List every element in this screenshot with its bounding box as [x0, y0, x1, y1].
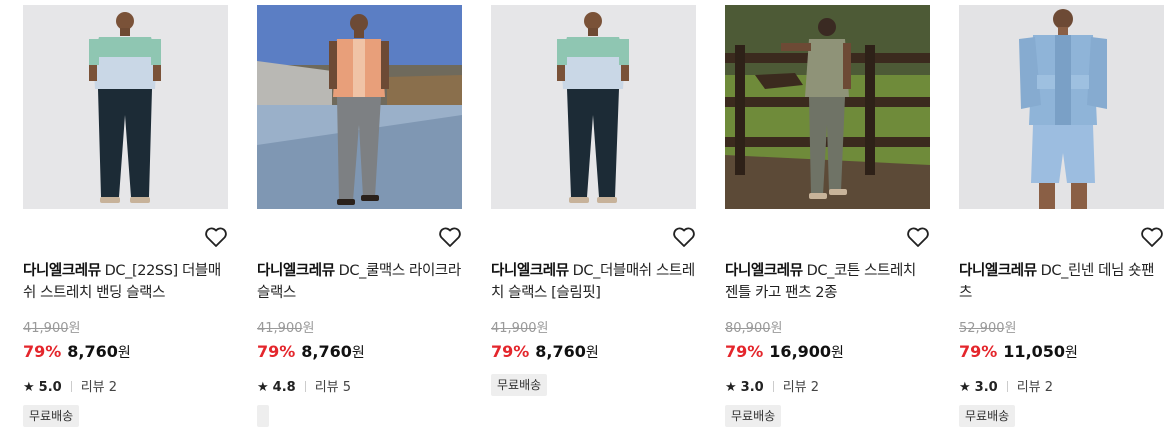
product-image[interactable] — [23, 5, 228, 209]
discount-rate: 79% — [23, 342, 62, 361]
product-brand: 다니엘크레뮤 — [257, 263, 335, 279]
product-title[interactable]: 다니엘크레뮤 DC_코튼 스트레치 젠틀 카고 팬츠 2종 — [725, 260, 930, 304]
divider — [772, 381, 774, 392]
product-grid: 다니엘크레뮤 DC_[22SS] 더블매쉬 스트레치 밴딩 슬랙스 41,900원… — [0, 0, 1170, 444]
review-count: 리뷰 2 — [1016, 380, 1054, 395]
sale-price: 8,760 — [535, 342, 586, 361]
discount-rate: 79% — [725, 342, 764, 361]
free-shipping-badge: 무료배송 — [491, 374, 548, 396]
product-card[interactable]: 다니엘크레뮤 DC_더블매쉬 스트레치 슬랙스 [슬림핏] 41,900원 79%… — [491, 5, 696, 440]
rating-score: 5.0 — [38, 380, 62, 395]
sale-price: 8,760 — [67, 342, 118, 361]
rating-row: ★ 3.0 리뷰 2 — [725, 379, 819, 397]
product-title[interactable]: 다니엘크레뮤 DC_쿨맥스 라이크라 슬랙스 — [257, 260, 462, 304]
star-icon: ★ — [725, 380, 737, 395]
rating-row: ★ 3.0 리뷰 2 — [959, 379, 1053, 397]
sale-price-row: 79% 8,760원 — [491, 342, 599, 361]
rating-row: ★ 5.0 리뷰 2 — [23, 379, 117, 397]
rating-score: 4.8 — [272, 380, 296, 395]
original-price: 52,900원 — [959, 321, 1017, 336]
product-card[interactable]: 다니엘크레뮤 DC_쿨맥스 라이크라 슬랙스 41,900원 79% 8,760원 … — [257, 5, 462, 440]
review-count: 리뷰 5 — [314, 380, 352, 395]
product-image[interactable] — [725, 5, 930, 209]
discount-rate: 79% — [491, 342, 530, 361]
product-brand: 다니엘크레뮤 — [23, 263, 101, 279]
product-image[interactable] — [491, 5, 696, 209]
wishlist-heart-icon[interactable] — [672, 226, 696, 248]
sale-price-row: 79% 8,760원 — [23, 342, 131, 361]
product-title[interactable]: 다니엘크레뮤 DC_[22SS] 더블매쉬 스트레치 밴딩 슬랙스 — [23, 260, 228, 304]
wishlist-heart-icon[interactable] — [906, 226, 930, 248]
rating-row: ★ 4.8 리뷰 5 — [257, 379, 351, 397]
product-brand: 다니엘크레뮤 — [959, 263, 1037, 279]
free-shipping-badge: 무료배송 — [959, 405, 1016, 427]
rating-score: 3.0 — [974, 380, 998, 395]
original-price: 41,900원 — [491, 321, 549, 336]
sale-price: 8,760 — [301, 342, 352, 361]
sale-price: 11,050 — [1003, 342, 1066, 361]
review-count: 리뷰 2 — [782, 380, 820, 395]
original-price: 80,900원 — [725, 321, 783, 336]
sale-price: 16,900 — [769, 342, 832, 361]
wishlist-heart-icon[interactable] — [204, 226, 228, 248]
star-icon: ★ — [23, 380, 35, 395]
original-price: 41,900원 — [257, 321, 315, 336]
product-title[interactable]: 다니엘크레뮤 DC_더블매쉬 스트레치 슬랙스 [슬림핏] — [491, 260, 696, 304]
product-card[interactable]: 다니엘크레뮤 DC_코튼 스트레치 젠틀 카고 팬츠 2종 80,900원 79%… — [725, 5, 930, 440]
star-icon: ★ — [257, 380, 269, 395]
divider — [304, 381, 306, 392]
product-card[interactable]: 다니엘크레뮤 DC_린넨 데님 숏팬츠 52,900원 79% 11,050원 ★ 3… — [959, 5, 1164, 440]
product-image[interactable] — [257, 5, 462, 209]
discount-rate: 79% — [959, 342, 998, 361]
sale-price-row: 79% 16,900원 — [725, 342, 844, 361]
divider — [1006, 381, 1008, 392]
free-shipping-badge — [257, 405, 269, 427]
product-title[interactable]: 다니엘크레뮤 DC_린넨 데님 숏팬츠 — [959, 260, 1164, 304]
wishlist-heart-icon[interactable] — [1140, 226, 1164, 248]
product-brand: 다니엘크레뮤 — [725, 263, 803, 279]
divider — [70, 381, 72, 392]
sale-price-row: 79% 8,760원 — [257, 342, 365, 361]
discount-rate: 79% — [257, 342, 296, 361]
product-image[interactable] — [959, 5, 1164, 209]
review-count: 리뷰 2 — [80, 380, 118, 395]
free-shipping-badge: 무료배송 — [725, 405, 782, 427]
wishlist-heart-icon[interactable] — [438, 226, 462, 248]
sale-price-row: 79% 11,050원 — [959, 342, 1078, 361]
product-brand: 다니엘크레뮤 — [491, 263, 569, 279]
star-icon: ★ — [959, 380, 971, 395]
free-shipping-badge: 무료배송 — [23, 405, 80, 427]
rating-score: 3.0 — [740, 380, 764, 395]
product-card[interactable]: 다니엘크레뮤 DC_[22SS] 더블매쉬 스트레치 밴딩 슬랙스 41,900원… — [23, 5, 228, 440]
original-price: 41,900원 — [23, 321, 81, 336]
